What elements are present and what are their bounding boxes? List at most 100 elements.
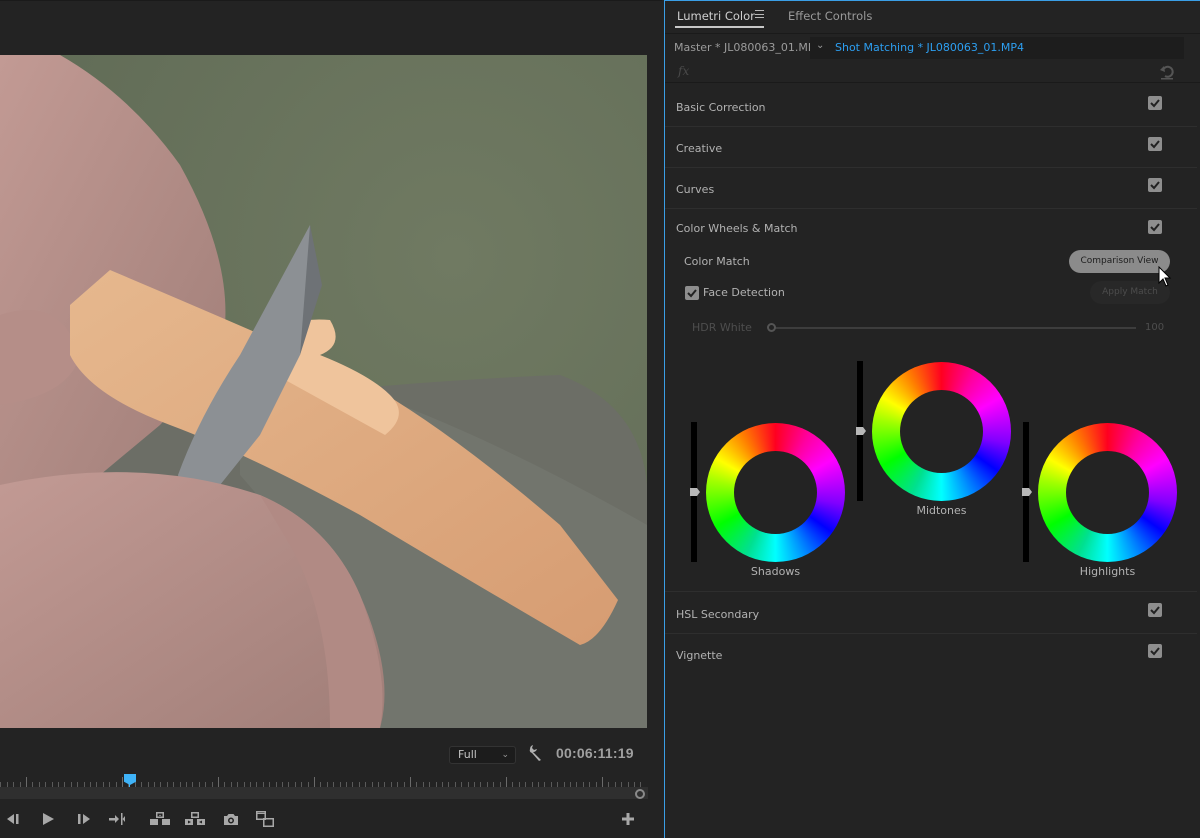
panel-tab-bar: Lumetri Color Effect Controls: [665, 1, 1200, 34]
checkmark-icon: [1150, 606, 1160, 615]
shadows-color-wheel[interactable]: [706, 423, 845, 562]
video-frame[interactable]: [0, 55, 647, 728]
checkmark-icon: [1150, 647, 1160, 656]
section-title: HSL Secondary: [676, 608, 760, 621]
master-clip-label[interactable]: Master * JL080063_01.MP4: [674, 41, 822, 54]
section-enable-checkbox[interactable]: [1148, 220, 1162, 234]
section-title: Creative: [676, 142, 723, 155]
hdr-white-label: HDR White: [692, 321, 752, 334]
apply-match-button[interactable]: Apply Match: [1090, 281, 1170, 304]
fx-row: fx: [665, 61, 1200, 83]
reset-effect-button[interactable]: [1159, 64, 1175, 80]
monitor-options-bar: Full ⌄ 00:06:11:19: [0, 741, 662, 769]
ruler-tick: [602, 777, 603, 787]
ruler-tick: [506, 777, 507, 787]
program-monitor: Full ⌄ 00:06:11:19: [0, 0, 662, 838]
section-basic-correction[interactable]: Basic Correction: [665, 86, 1197, 127]
hdr-white-slider-handle[interactable]: [767, 323, 776, 332]
video-frame-image: [0, 55, 647, 728]
section-title: Curves: [676, 183, 715, 196]
tab-effect-controls[interactable]: Effect Controls: [788, 9, 872, 23]
fx-bypass-icon[interactable]: fx: [678, 64, 689, 78]
checkmark-icon: [1150, 140, 1160, 149]
highlights-label: Highlights: [1079, 565, 1136, 578]
ruler-tick: [122, 777, 123, 787]
wrench-icon: [529, 745, 541, 761]
zoom-level-value: Full: [458, 748, 477, 761]
checkmark-icon: [1150, 223, 1160, 232]
export-frame-button[interactable]: [220, 809, 242, 829]
hdr-white-value[interactable]: 100: [1145, 322, 1164, 333]
hdr-white-slider[interactable]: [773, 327, 1136, 329]
button-editor-button[interactable]: [617, 809, 639, 829]
lift-button[interactable]: [149, 809, 171, 829]
midtones-color-wheel[interactable]: [872, 362, 1011, 501]
ruler-tick: [314, 777, 315, 787]
section-hsl-secondary[interactable]: HSL Secondary: [665, 593, 1197, 634]
section-enable-checkbox[interactable]: [1148, 603, 1162, 617]
lift-icon: [150, 812, 170, 825]
ruler-tick: [218, 777, 219, 787]
face-detection-checkbox[interactable]: [685, 286, 699, 300]
checkmark-icon: [687, 289, 697, 298]
checkmark-icon: [1150, 181, 1160, 190]
playhead-line: [129, 783, 130, 787]
highlights-color-wheel[interactable]: [1038, 423, 1177, 562]
zoom-level-select[interactable]: Full ⌄: [449, 746, 516, 764]
checkmark-icon: [1150, 99, 1160, 108]
ruler-tick: [26, 777, 27, 787]
tab-lumetri-color[interactable]: Lumetri Color: [677, 9, 755, 23]
step-forward-button[interactable]: [73, 809, 95, 829]
clip-selector-bar: Master * JL080063_01.MP4 ⌄ Shot Matching…: [665, 35, 1200, 61]
extract-button[interactable]: [184, 809, 206, 829]
comparison-view-toggle[interactable]: [254, 809, 276, 829]
panel-menu-icon[interactable]: [755, 10, 764, 18]
time-ruler[interactable]: [0, 771, 648, 787]
out-point-handle[interactable]: [635, 789, 645, 799]
settings-wrench-button[interactable]: [527, 744, 545, 762]
transport-controls: [0, 807, 662, 831]
camera-icon: [224, 813, 238, 825]
face-detection-label: Face Detection: [703, 286, 785, 299]
midtones-luminance-slider[interactable]: [856, 361, 866, 501]
midtones-luminance-handle[interactable]: [856, 427, 866, 435]
color-match-label: Color Match: [684, 255, 750, 268]
shadows-label: Shadows: [750, 565, 801, 578]
highlights-luminance-slider[interactable]: [1022, 422, 1032, 562]
chevron-down-icon: ⌄: [816, 40, 825, 51]
shadows-luminance-slider[interactable]: [690, 422, 700, 562]
chevron-down-icon: ⌄: [501, 750, 509, 760]
sequence-clip-label: Shot Matching * JL080063_01.MP4: [835, 41, 1025, 54]
sequence-clip-dropdown[interactable]: ⌄ Shot Matching * JL080063_01.MP4: [810, 37, 1184, 59]
scrub-bar[interactable]: [0, 787, 648, 799]
highlights-luminance-handle[interactable]: [1022, 488, 1032, 496]
step-back-button[interactable]: [2, 809, 24, 829]
play-icon: [43, 813, 54, 825]
section-title[interactable]: Color Wheels & Match: [676, 222, 798, 235]
active-tab-indicator: [675, 26, 764, 28]
section-enable-checkbox[interactable]: [1148, 644, 1162, 658]
ruler-tick: [410, 777, 411, 787]
plus-icon: [622, 813, 634, 825]
section-enable-checkbox[interactable]: [1148, 137, 1162, 151]
section-curves[interactable]: Curves: [665, 168, 1197, 209]
comparison-view-icon: [256, 811, 274, 827]
section-creative[interactable]: Creative: [665, 127, 1197, 168]
step-forward-icon: [78, 814, 90, 824]
midtones-label: Midtones: [916, 504, 967, 517]
shadows-luminance-handle[interactable]: [690, 488, 700, 496]
section-title: Vignette: [676, 649, 723, 662]
comparison-view-button[interactable]: Comparison View: [1069, 250, 1170, 273]
extract-icon: [185, 812, 205, 825]
section-title: Basic Correction: [676, 101, 766, 114]
section-enable-checkbox[interactable]: [1148, 96, 1162, 110]
play-button[interactable]: [37, 809, 59, 829]
lumetri-color-panel: Lumetri Color Effect Controls Master * J…: [664, 0, 1200, 838]
go-to-out-button[interactable]: [106, 809, 128, 829]
section-vignette[interactable]: Vignette: [665, 634, 1197, 675]
section-enable-checkbox[interactable]: [1148, 178, 1162, 192]
playhead-timecode[interactable]: 00:06:11:19: [556, 745, 634, 761]
section-color-wheels-match: Color Wheels & Match Color Match Compari…: [665, 210, 1197, 592]
reset-icon: [1160, 65, 1174, 80]
step-back-icon: [7, 814, 19, 824]
